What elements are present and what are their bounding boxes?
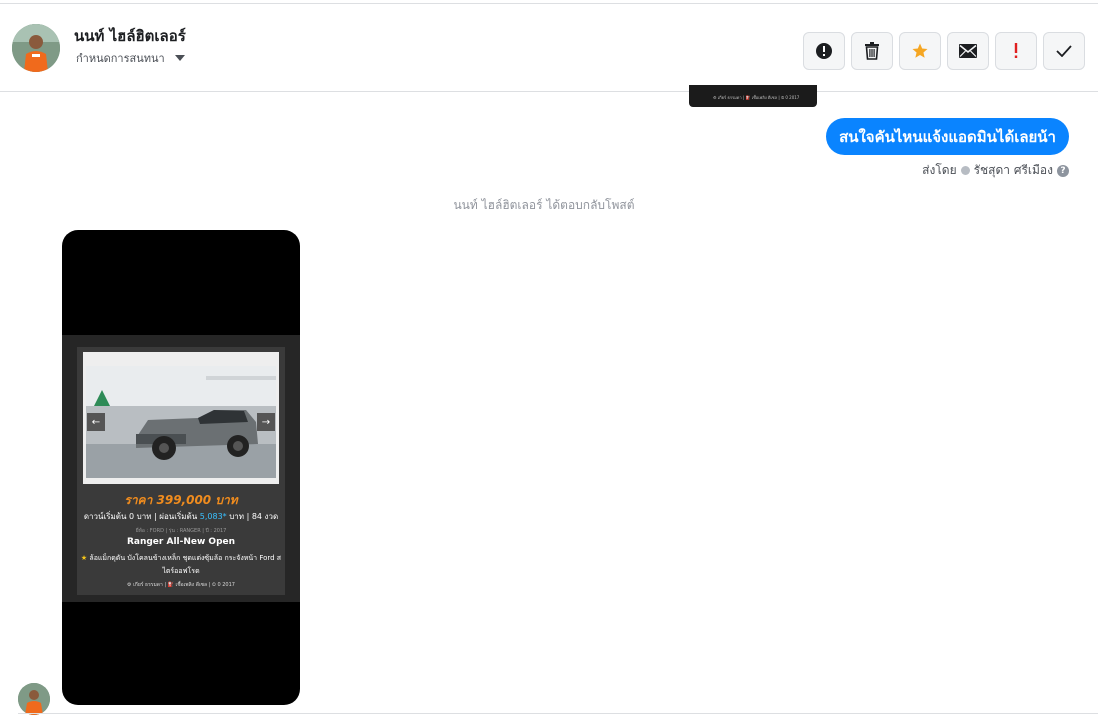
post-content: ← → ราคา 399,000 บาท ดาวน์เริ่มต้น 0 บาท… bbox=[77, 347, 285, 595]
contact-avatar[interactable] bbox=[12, 24, 60, 72]
follow-up-button[interactable] bbox=[995, 32, 1037, 70]
help-icon[interactable]: ? bbox=[1057, 164, 1069, 177]
car-price: ราคา 399,000 บาท bbox=[124, 493, 238, 507]
agent-status-icon bbox=[960, 166, 970, 175]
envelope-icon bbox=[959, 44, 977, 58]
previous-post-thumbnail[interactable]: ⚙ เกียร์ ธรรมดา | ⛽ เชื้อเพลิง ดีเซล | ⏲… bbox=[689, 85, 817, 107]
photo-prev-arrow[interactable]: ← bbox=[87, 413, 105, 431]
trash-icon bbox=[865, 42, 879, 60]
contact-avatar-small[interactable] bbox=[18, 683, 50, 715]
post-reply-note: นนท์ ไฮล์ฮิตเลอร์ ได้ตอบกลับโพสต์ bbox=[453, 198, 635, 212]
done-button[interactable] bbox=[1043, 32, 1085, 70]
mark-unread-button[interactable] bbox=[947, 32, 989, 70]
financing-line: ดาวน์เริ่มต้น 0 บาท | ผ่อนเริ่มต้น 5,083… bbox=[77, 510, 285, 523]
caret-down-icon bbox=[174, 55, 185, 61]
features-text: ★ ล้อแม็กดุดัน บังโคลนข้างเหล็ก ชุดแต่งซ… bbox=[77, 552, 285, 578]
sent-by-name[interactable]: รัชสุดา ศรีเมือง bbox=[974, 161, 1053, 180]
star-button[interactable] bbox=[899, 32, 941, 70]
car-model: Ranger All-New Open bbox=[126, 537, 236, 547]
contact-name[interactable]: นนท์ ไฮล์ฮิตเลอร์ bbox=[74, 24, 186, 48]
car-photo: ← → bbox=[83, 352, 279, 484]
inbox-conversation: นนท์ ไฮล์ฮิตเลอร์ กำหนดการสนทนา ⚙ เกียร์… bbox=[0, 0, 1098, 715]
truck-image bbox=[86, 366, 276, 478]
spam-button[interactable] bbox=[803, 32, 845, 70]
spec-line: ยี่ห้อ : FORD | รุ่น : RANGER | ปี : 201… bbox=[135, 528, 227, 534]
divider bbox=[18, 713, 1098, 714]
post-reply-card[interactable]: ← → ราคา 399,000 บาท ดาวน์เริ่มต้น 0 บาท… bbox=[62, 230, 300, 705]
conversation-header: นนท์ ไฮล์ฮิตเลอร์ กำหนดการสนทนา bbox=[0, 3, 1098, 92]
delete-button[interactable] bbox=[851, 32, 893, 70]
assign-conversation-dropdown[interactable]: กำหนดการสนทนา bbox=[76, 49, 185, 67]
exclamation-icon bbox=[1014, 43, 1018, 58]
outgoing-message-bubble[interactable]: สนใจคันไหนแจ้งแอดมินได้เลยน้า bbox=[826, 118, 1069, 155]
sent-by-label: ส่งโดย bbox=[922, 163, 957, 177]
post-preview: ← → ราคา 399,000 บาท ดาวน์เริ่มต้น 0 บาท… bbox=[62, 335, 300, 602]
conversation-toolbar bbox=[803, 32, 1085, 70]
alert-circle-icon bbox=[816, 43, 832, 59]
check-icon bbox=[1056, 45, 1072, 57]
monthly-amount: 5,083* bbox=[199, 512, 227, 521]
star-icon bbox=[912, 43, 928, 58]
spec-footer: ⚙ เกียร์ ธรรมดา | ⛽ เชื้อเพลิง ดีเซล | ⏲… bbox=[127, 582, 235, 588]
thumbnail-caption: ⚙ เกียร์ ธรรมดา | ⛽ เชื้อเพลิง ดีเซล | ⏲… bbox=[713, 95, 800, 100]
star-icon: ★ bbox=[80, 554, 88, 562]
sent-by-row: ส่งโดย รัชสุดา ศรีเมือง ? bbox=[922, 161, 1069, 180]
features-description: ล้อแม็กดุดัน บังโคลนข้างเหล็ก ชุดแต่งซุ้… bbox=[89, 554, 282, 575]
assign-label: กำหนดการสนทนา bbox=[76, 52, 165, 65]
photo-next-arrow[interactable]: → bbox=[257, 413, 275, 431]
down-payment-text: ดาวน์เริ่มต้น 0 บาท | ผ่อนเริ่มต้น bbox=[83, 512, 198, 521]
installments-text: บาท | 84 งวด bbox=[229, 512, 279, 521]
